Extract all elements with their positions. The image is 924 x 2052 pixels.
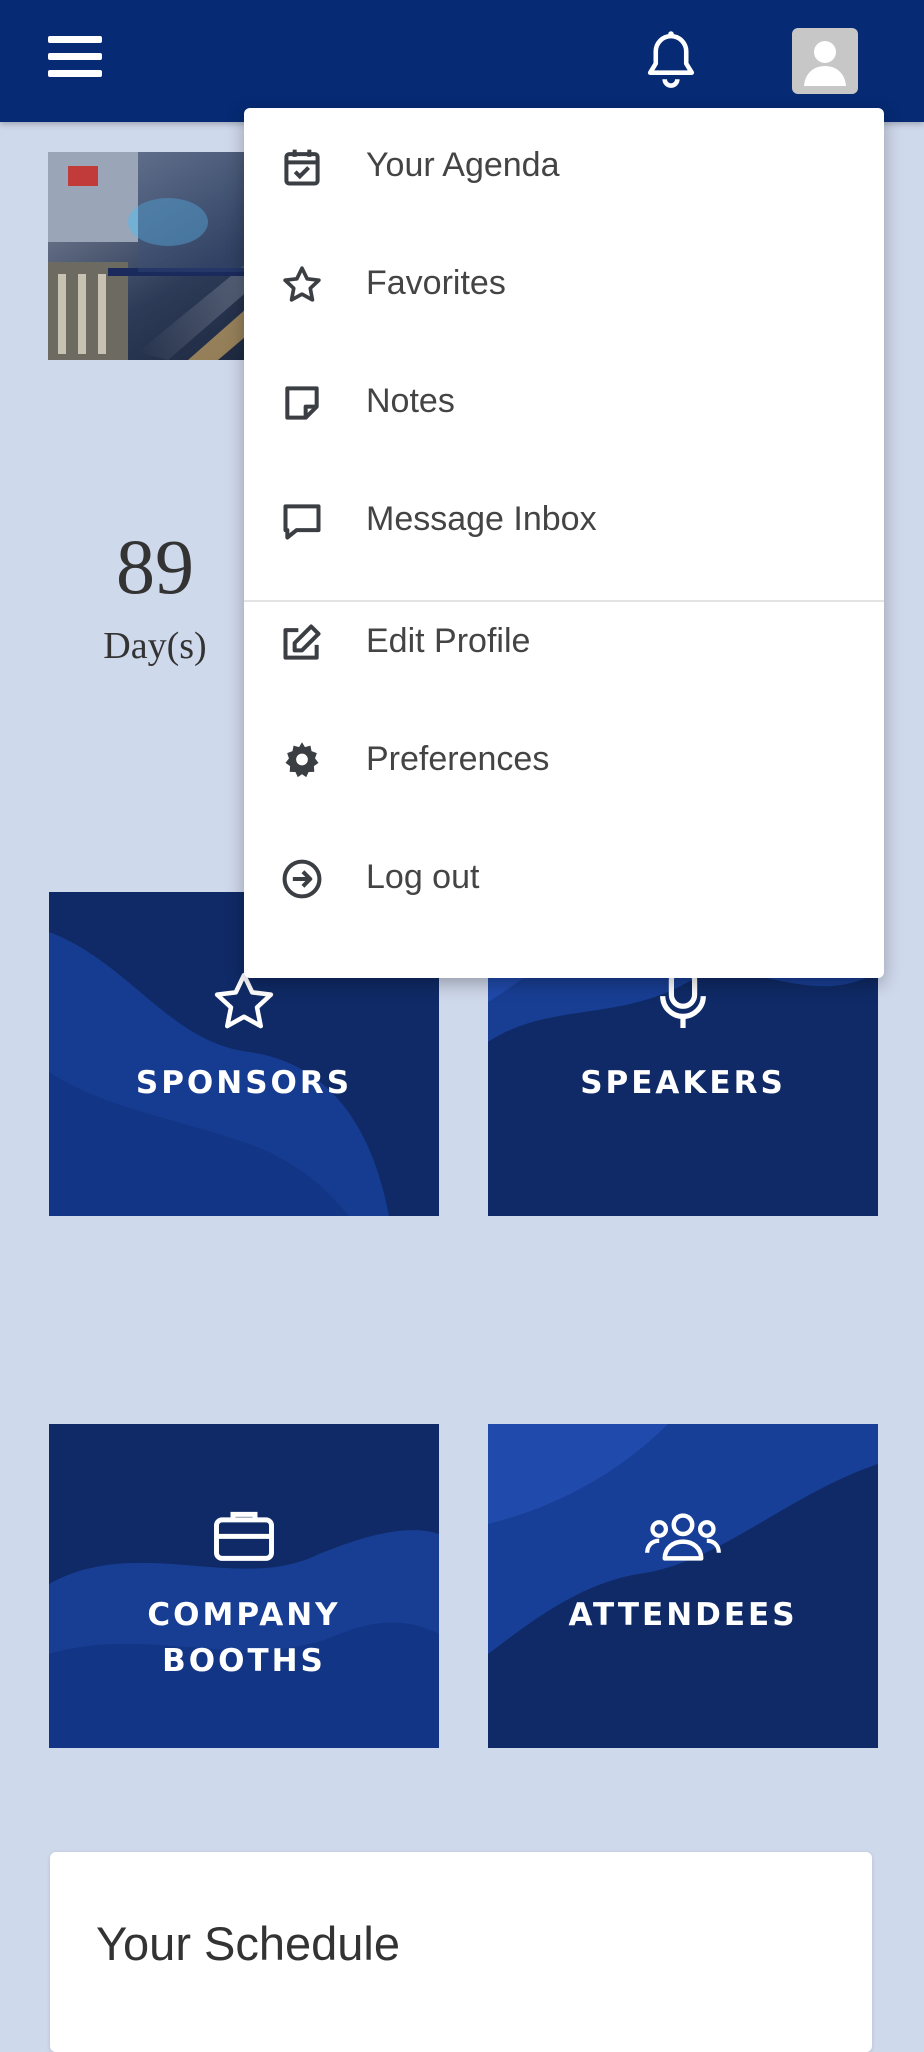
- menu-item-label: Your Agenda: [366, 146, 560, 184]
- tile-speakers-label: SPEAKERS: [580, 1065, 786, 1101]
- menu-item-label: Preferences: [366, 740, 550, 778]
- briefcase-icon: [49, 1506, 439, 1564]
- countdown-days-unit: Day(s): [103, 625, 207, 667]
- tile-company-booths[interactable]: COMPANY BOOTHS: [49, 1424, 439, 1748]
- gear-icon: [280, 739, 324, 783]
- tile-sponsors-label: SPONSORS: [135, 1065, 353, 1101]
- menu-item-notes[interactable]: Notes: [244, 344, 884, 462]
- menu-item-label: Log out: [366, 858, 480, 896]
- menu-item-message-inbox[interactable]: Message Inbox: [244, 462, 884, 580]
- menu-item-edit-profile[interactable]: Edit Profile: [244, 584, 884, 702]
- menu-item-favorites[interactable]: Favorites: [244, 226, 884, 344]
- edit-icon: [280, 621, 324, 665]
- menu-item-log-out[interactable]: Log out: [244, 820, 884, 938]
- tile-company-booths-label: COMPANY BOOTHS: [147, 1597, 341, 1679]
- calendar-check-icon: [280, 145, 324, 189]
- star-icon: [49, 968, 439, 1036]
- schedule-card: Your Schedule: [50, 1852, 872, 2052]
- menu-item-label: Favorites: [366, 264, 506, 302]
- sticky-note-icon: [280, 381, 324, 425]
- menu-item-label: Message Inbox: [366, 500, 597, 538]
- hamburger-menu-icon[interactable]: [48, 36, 102, 84]
- tile-attendees-label: ATTENDEES: [568, 1597, 798, 1633]
- users-icon: [488, 1508, 878, 1564]
- wave-background: [488, 1424, 878, 1654]
- wave-background: [49, 1530, 439, 1748]
- star-outline-icon: [280, 263, 324, 307]
- logout-icon: [280, 857, 324, 901]
- top-app-bar: [0, 0, 924, 122]
- menu-item-preferences[interactable]: Preferences: [244, 702, 884, 820]
- message-square-icon: [280, 499, 324, 543]
- countdown-days-value: 89: [116, 523, 194, 610]
- user-dropdown-menu: Your Agenda Favorites Notes Message Inbo…: [244, 108, 884, 978]
- menu-item-your-agenda[interactable]: Your Agenda: [244, 108, 884, 226]
- bell-icon[interactable]: [640, 28, 702, 94]
- tile-attendees[interactable]: ATTENDEES: [488, 1424, 878, 1748]
- menu-item-label: Notes: [366, 382, 455, 420]
- schedule-title: Your Schedule: [96, 1917, 401, 1970]
- user-avatar-icon[interactable]: [792, 28, 858, 94]
- menu-item-label: Edit Profile: [366, 622, 531, 660]
